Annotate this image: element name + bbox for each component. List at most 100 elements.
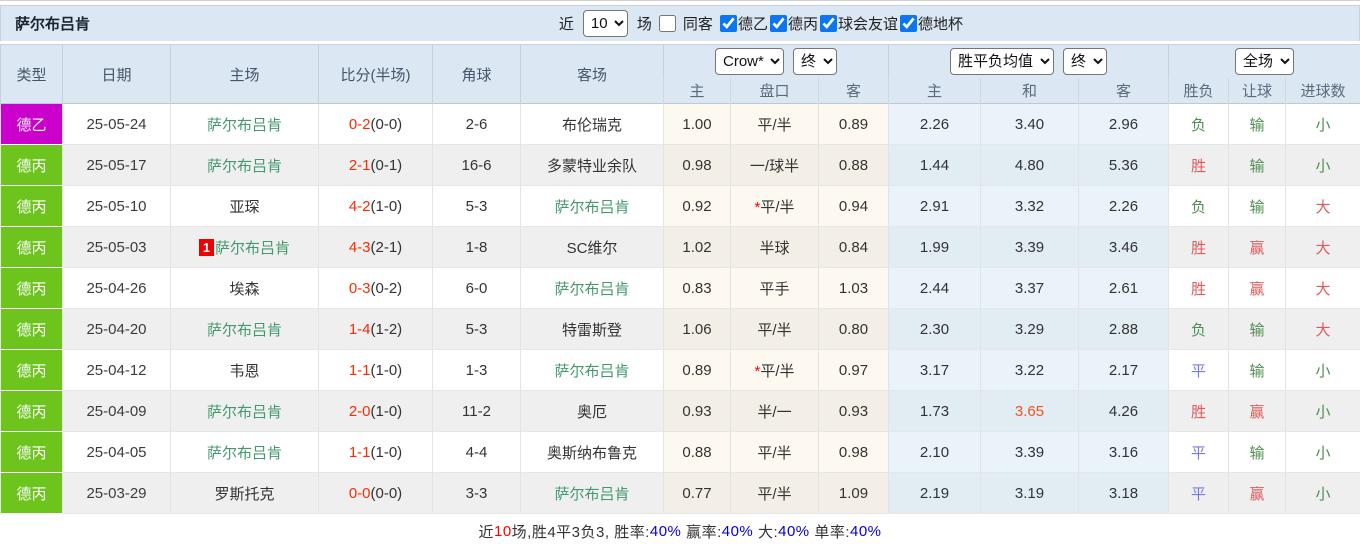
avg-draw-odds: 3.22 (981, 350, 1079, 391)
avg-draw-odds: 4.80 (981, 145, 1079, 186)
handicap-away-odds: 1.09 (819, 473, 889, 514)
league-label: 德乙 (738, 13, 768, 34)
corners: 6-0 (433, 268, 521, 309)
handicap-away-odds: 0.93 (819, 391, 889, 432)
league-checkbox-1[interactable] (770, 15, 787, 32)
league-label: 球会友谊 (838, 13, 898, 34)
corners: 5-3 (433, 309, 521, 350)
result-letball: 赢 (1229, 473, 1286, 514)
result-group-header: 全场 (1169, 45, 1360, 78)
summary-segment: 赢率: (681, 521, 721, 542)
corners: 1-3 (433, 350, 521, 391)
corners: 3-3 (433, 473, 521, 514)
avg-home-odds: 1.44 (889, 145, 981, 186)
avg-away-odds: 2.96 (1079, 104, 1169, 145)
home-team: 罗斯托克 (171, 473, 319, 514)
result-letball: 赢 (1229, 391, 1286, 432)
handicap-line: 半球 (731, 227, 819, 268)
table-row: 德丙25-05-10亚琛4-2(1-0)5-3萨尔布吕肯0.92*平/半0.94… (1, 186, 1360, 227)
subcol-handicap-line: 盘口 (731, 78, 819, 104)
avg-draw-odds: 3.32 (981, 186, 1079, 227)
result-wdl: 负 (1169, 186, 1229, 227)
avg-odds-select[interactable]: 胜平负均值 (950, 48, 1054, 75)
matches-table: 类型 日期 主场 比分(半场) 角球 客场 Crow* 终 胜平负均值 终 (0, 44, 1360, 514)
table-row: 德丙25-04-09萨尔布吕肯2-0(1-0)11-2奥厄0.93半/一0.93… (1, 391, 1360, 432)
handicap-star: * (754, 363, 760, 380)
avg-draw-odds: 3.65 (981, 391, 1079, 432)
subcol-handicap-away: 客 (819, 78, 889, 104)
avg-away-odds: 2.17 (1079, 350, 1169, 391)
corners: 2-6 (433, 104, 521, 145)
league-checkbox-0[interactable] (720, 15, 737, 32)
table-row: 德丙25-04-05萨尔布吕肯1-1(1-0)4-4奥斯纳布鲁克0.88平/半0… (1, 432, 1360, 473)
same-venue-checkbox[interactable] (659, 15, 676, 32)
handicap-line: 平/半 (731, 432, 819, 473)
result-goals: 大 (1286, 227, 1360, 268)
handicap-home-odds: 0.89 (664, 350, 731, 391)
handicap-home-odds: 0.92 (664, 186, 731, 227)
result-goals: 小 (1286, 473, 1360, 514)
avg-time-select[interactable]: 终 (1063, 48, 1107, 75)
handicap-home-odds: 0.83 (664, 268, 731, 309)
handicap-away-odds: 0.89 (819, 104, 889, 145)
handicap-line: 平手 (731, 268, 819, 309)
result-letball: 赢 (1229, 268, 1286, 309)
match-stats-panel: 萨尔布吕肯 近 10 场 同客 德乙德丙球会友谊德地杯 类型 日期 主场 比分(… (0, 1, 1360, 548)
score: 1-1(1-0) (319, 350, 433, 391)
match-date: 25-05-03 (63, 227, 171, 268)
table-row: 德丙25-04-20萨尔布吕肯1-4(1-2)5-3特雷斯登1.06平/半0.8… (1, 309, 1360, 350)
subcol-result-goals: 进球数 (1286, 78, 1360, 104)
avg-away-odds: 3.16 (1079, 432, 1169, 473)
score: 1-1(1-0) (319, 432, 433, 473)
result-goals: 小 (1286, 391, 1360, 432)
recent-label: 近 (559, 13, 574, 34)
league-filter-item: 德地杯 (900, 13, 963, 34)
handicap-away-odds: 0.88 (819, 145, 889, 186)
match-date: 25-04-26 (63, 268, 171, 309)
home-team: 萨尔布吕肯 (171, 309, 319, 350)
filter-controls: 近 10 场 同客 德乙德丙球会友谊德地杯 (559, 10, 965, 37)
avg-away-odds: 2.61 (1079, 268, 1169, 309)
summary-stats: 近10场,胜4平3负3, 胜率:40% 赢率:40% 大:40% 单率:40% (0, 514, 1360, 548)
halftime-score: (0-0) (371, 485, 403, 502)
handicap-home-odds: 1.06 (664, 309, 731, 350)
league-checkbox-2[interactable] (820, 15, 837, 32)
handicap-away-odds: 0.97 (819, 350, 889, 391)
result-goals: 大 (1286, 268, 1360, 309)
halftime-score: (0-1) (371, 157, 403, 174)
avg-odds-group-header: 胜平负均值 终 (889, 45, 1169, 78)
halftime-score: (1-2) (371, 321, 403, 338)
league-label: 德地杯 (918, 13, 963, 34)
avg-draw-odds: 3.19 (981, 473, 1079, 514)
bookmaker-time-select[interactable]: 终 (793, 48, 837, 75)
bookmaker-select[interactable]: Crow* (715, 48, 784, 75)
handicap-away-odds: 0.80 (819, 309, 889, 350)
handicap-away-odds: 1.03 (819, 268, 889, 309)
fulltime-score: 4-3 (349, 239, 371, 256)
scope-select[interactable]: 全场 (1235, 48, 1294, 75)
recent-count-select[interactable]: 10 (583, 10, 628, 37)
fulltime-score: 1-1 (349, 444, 371, 461)
match-date: 25-03-29 (63, 473, 171, 514)
corners: 5-3 (433, 186, 521, 227)
summary-segment: 近 (478, 521, 494, 542)
league-type-badge: 德丙 (1, 227, 63, 268)
result-letball: 输 (1229, 309, 1286, 350)
league-type-badge: 德丙 (1, 473, 63, 514)
avg-home-odds: 2.44 (889, 268, 981, 309)
col-header-type: 类型 (1, 45, 63, 104)
handicap-line: 平/半 (731, 309, 819, 350)
halftime-score: (1-0) (371, 444, 403, 461)
result-goals: 小 (1286, 350, 1360, 391)
league-type-badge: 德丙 (1, 186, 63, 227)
avg-draw-odds: 3.39 (981, 432, 1079, 473)
fulltime-score: 0-2 (349, 116, 371, 133)
league-checkbox-3[interactable] (900, 15, 917, 32)
result-wdl: 负 (1169, 309, 1229, 350)
league-type-badge: 德丙 (1, 145, 63, 186)
home-team: 萨尔布吕肯 (171, 145, 319, 186)
fulltime-score: 2-0 (349, 403, 371, 420)
score: 1-4(1-2) (319, 309, 433, 350)
score: 4-3(2-1) (319, 227, 433, 268)
fulltime-score: 4-2 (349, 198, 371, 215)
